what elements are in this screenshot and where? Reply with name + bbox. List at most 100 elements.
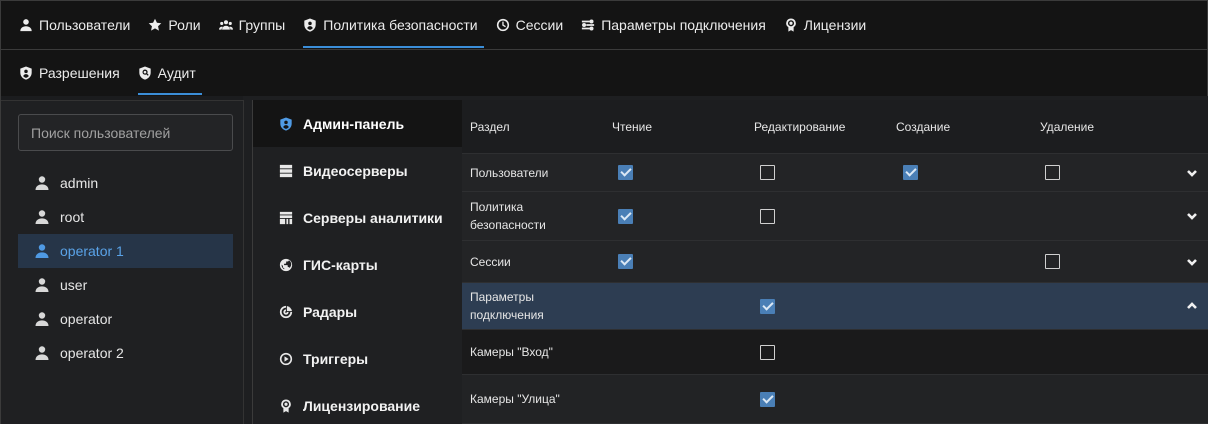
user-name: operator 1 [60,243,124,259]
category-admin-panel[interactable]: Админ-панель [253,100,462,147]
top-nav: Пользователи Роли Группы Политика безопа… [0,0,1208,50]
user-icon [35,210,49,224]
tab-label: Пользователи [39,17,131,33]
user-item-user[interactable]: user [18,268,233,302]
tab-label: Лицензии [803,17,867,33]
category-label: Лицензирование [303,397,421,414]
tab-label: Параметры подключения [601,17,766,33]
user-name: operator 2 [60,345,124,361]
category-radars[interactable]: Радары [253,288,462,335]
analytics-server-icon [279,211,293,224]
chevron-down-icon[interactable] [1186,167,1198,179]
server-icon [279,164,293,177]
row-section: Камеры "Улица" [470,392,560,406]
sub-nav: Разрешения Аудит [0,50,1208,96]
tab-users[interactable]: Пользователи [15,1,140,49]
header-delete: Удаление [1040,119,1095,134]
users-list: admin root operator 1 user operator oper… [18,166,233,370]
edit-checkbox[interactable] [760,298,775,314]
audit-icon [138,66,151,80]
row-section: Камеры "Вход" [470,345,553,359]
category-label: Радары [303,303,358,320]
tab-permissions[interactable]: Разрешения [15,50,130,96]
user-item-admin[interactable]: admin [18,166,233,200]
category-gis-maps[interactable]: ГИС-карты [253,241,462,288]
tab-connection-params[interactable]: Параметры подключения [577,1,776,49]
tab-roles[interactable]: Роли [144,1,210,49]
user-icon [35,278,49,292]
category-label: Видеосерверы [303,162,408,179]
tab-label: Политика безопасности [323,17,478,33]
tab-licenses[interactable]: Лицензии [780,1,876,49]
user-icon [20,19,32,32]
license-icon [281,398,291,413]
permissions-table: Раздел Чтение Редактирование Создание Уд… [462,100,1208,424]
tab-sessions[interactable]: Сессии [492,1,574,49]
user-icon [35,244,49,258]
edit-checkbox[interactable] [760,208,775,224]
user-icon [35,346,49,360]
read-checkbox[interactable] [618,254,633,269]
header-section: Раздел [470,119,510,134]
category-label: ГИС-карты [303,256,378,273]
clock-icon [496,18,509,32]
categories-panel: Админ-панель Видеосерверы Серверы аналит… [252,100,462,424]
row-section: Параметры подключения [470,290,544,322]
user-item-root[interactable]: root [18,200,233,234]
header-edit: Редактирование [754,119,846,134]
edit-checkbox[interactable] [760,344,775,360]
user-name: user [60,277,88,293]
tab-label: Разрешения [39,65,120,81]
search-users-input[interactable] [18,114,233,151]
category-label: Триггеры [303,350,369,367]
read-checkbox[interactable] [618,165,633,180]
category-video-servers[interactable]: Видеосерверы [253,147,462,194]
users-sidebar: admin root operator 1 user operator oper… [0,96,244,424]
category-triggers[interactable]: Триггеры [253,335,462,382]
row-section: Политика безопасности [470,200,546,232]
header-create: Создание [896,119,951,134]
category-analytics-servers[interactable]: Серверы аналитики [253,194,462,241]
user-name: root [60,209,85,225]
category-licensing[interactable]: Лицензирование [253,382,462,424]
table-row-selected[interactable]: Параметры подключения [462,283,1208,330]
category-label: Серверы аналитики [303,209,443,226]
shield-icon [280,116,292,131]
table-row: Камеры "Улица" [462,375,1208,424]
tab-groups[interactable]: Группы [215,1,296,49]
user-item-operator-1[interactable]: operator 1 [18,234,233,268]
chevron-down-icon[interactable] [1186,210,1198,222]
table-row: Пользователи [462,154,1208,192]
read-checkbox[interactable] [618,208,633,224]
tab-audit[interactable]: Аудит [134,50,206,96]
user-item-operator-2[interactable]: operator 2 [18,336,233,370]
connection-icon [582,19,595,31]
shield-icon [20,66,32,80]
table-header-row: Раздел Чтение Редактирование Создание Уд… [462,100,1208,154]
edit-checkbox[interactable] [760,391,775,407]
user-item-operator[interactable]: operator [18,302,233,336]
delete-checkbox[interactable] [1045,165,1060,180]
delete-checkbox[interactable] [1045,254,1060,269]
tab-label: Сессии [515,17,564,33]
create-checkbox[interactable] [903,165,918,180]
shield-icon [304,18,316,32]
category-label: Админ-панель [303,115,405,132]
edit-checkbox[interactable] [760,165,775,180]
row-section: Сессии [470,254,511,269]
group-icon [218,20,233,30]
user-icon [35,176,49,190]
tab-security-policy[interactable]: Политика безопасности [299,1,487,49]
globe-icon [279,258,293,271]
trigger-icon [279,352,293,365]
user-name: admin [60,175,99,191]
user-name: operator [60,311,113,327]
chevron-up-icon[interactable] [1186,300,1198,312]
user-icon [35,312,49,326]
radar-icon [279,305,293,318]
tab-label: Группы [238,17,286,33]
license-icon [785,18,796,32]
table-row: Сессии [462,241,1208,283]
row-section: Пользователи [470,165,549,180]
chevron-down-icon[interactable] [1186,256,1198,268]
